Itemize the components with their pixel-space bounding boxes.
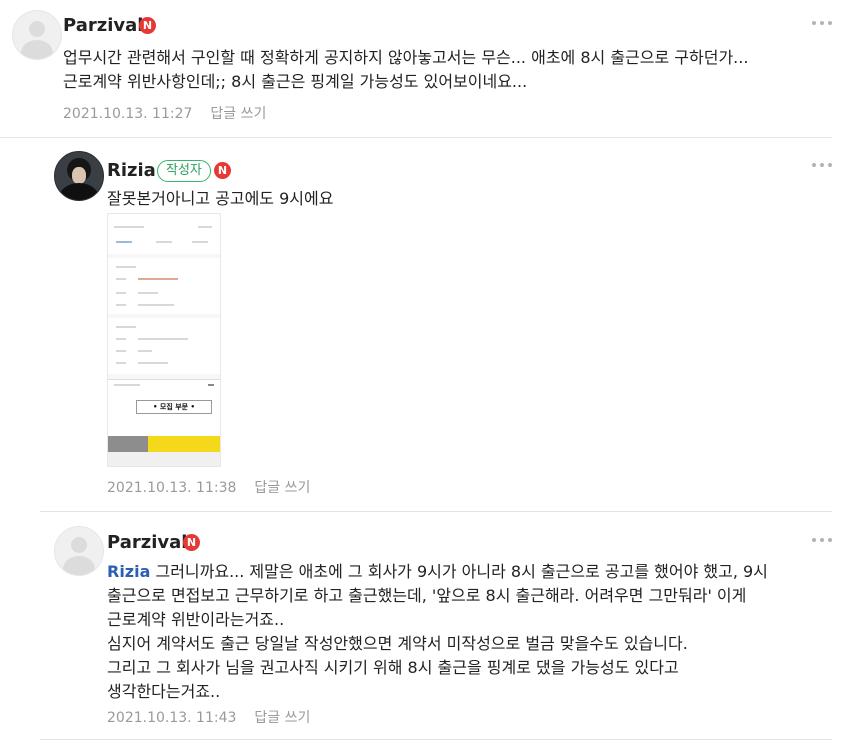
attachment-popup-title: • 모집 부문 • [136, 400, 212, 414]
comment-meta: 2021.10.13. 11:43 답글 쓰기 [107, 707, 310, 727]
avatar[interactable] [54, 151, 104, 201]
reply-button[interactable]: 답글 쓰기 [254, 480, 310, 496]
comment-date: 2021.10.13. 11:38 [107, 480, 237, 496]
attachment-header [108, 214, 220, 254]
avatar-head [71, 537, 87, 553]
avatar-body [63, 556, 95, 575]
divider [40, 511, 832, 512]
author-badge: 작성자 [157, 160, 211, 182]
new-badge: N [214, 162, 231, 179]
attachment-apply-button [148, 436, 220, 452]
divider [0, 137, 832, 138]
divider [40, 739, 832, 740]
comment-text: Rizia 그러니까요... 제말은 애초에 그 회사가 9시가 아니라 8시 … [107, 560, 827, 704]
attached-image[interactable]: • 모집 부문 • [107, 213, 221, 467]
reply-button[interactable]: 답글 쓰기 [254, 710, 310, 726]
attachment-info [108, 258, 220, 314]
author-name[interactable]: Rizia [107, 160, 156, 181]
author-name[interactable]: Parzival [107, 532, 187, 553]
attachment-call-button [108, 436, 148, 452]
more-options-icon[interactable] [812, 162, 832, 168]
comment-date: 2021.10.13. 11:43 [107, 710, 237, 726]
comment-text: 업무시간 관련해서 구인할 때 정확하게 공지하지 않아놓고서는 무슨... 애… [63, 48, 749, 91]
author-name[interactable]: Parzival [63, 15, 143, 36]
mention-link[interactable]: Rizia [107, 562, 150, 581]
comment-meta: 2021.10.13. 11:27 답글 쓰기 [63, 103, 266, 123]
attachment-conditions [108, 318, 220, 374]
new-badge: N [183, 534, 200, 551]
comment-meta: 2021.10.13. 11:38 답글 쓰기 [107, 477, 310, 497]
avatar[interactable] [12, 10, 62, 60]
avatar[interactable] [54, 526, 104, 576]
reply-button[interactable]: 답글 쓰기 [210, 106, 266, 122]
comment-date: 2021.10.13. 11:27 [63, 106, 193, 122]
avatar-face [72, 167, 86, 184]
avatar-body [59, 183, 99, 200]
new-badge: N [139, 17, 156, 34]
attachment-nav-bar [108, 452, 220, 466]
comment-text: 잘못본거아니고 공고에도 9시에요 [107, 189, 334, 208]
more-options-icon[interactable] [812, 20, 832, 26]
more-options-icon[interactable] [812, 537, 832, 543]
comment-body: 그러니까요... 제말은 애초에 그 회사가 9시가 아니라 8시 출근으로 공… [107, 562, 768, 701]
avatar-head [29, 21, 45, 37]
avatar-body [21, 40, 53, 59]
